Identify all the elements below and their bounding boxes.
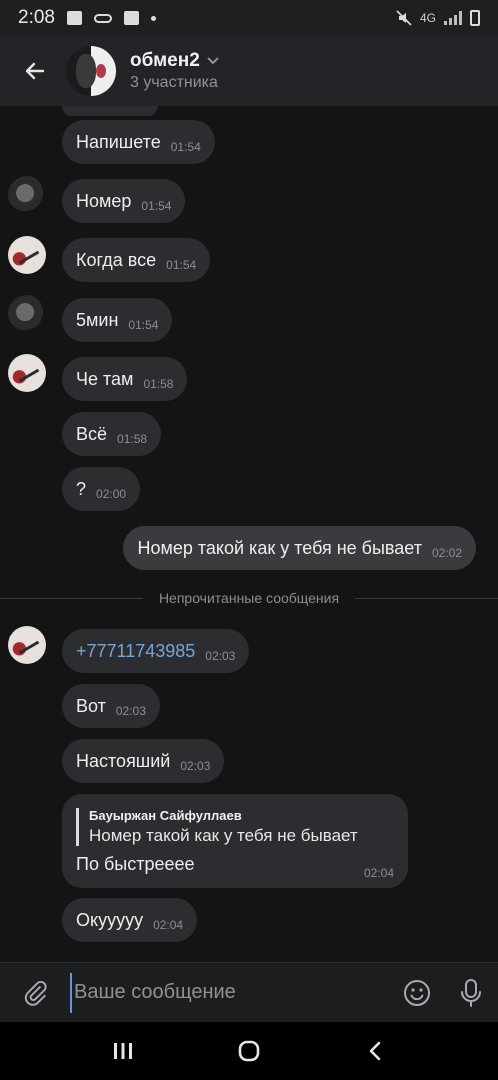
- mic-button[interactable]: [444, 963, 498, 1023]
- chevron-down-icon: [207, 57, 219, 65]
- message-time: 02:03: [180, 759, 211, 773]
- message-time: 01:58: [143, 377, 174, 391]
- message-time: 01:54: [170, 140, 201, 154]
- message-text: Номер: [76, 190, 132, 211]
- system-nav-bar: [0, 1022, 498, 1080]
- message-time: 02:02: [431, 546, 462, 560]
- nav-back-icon: [369, 1041, 381, 1061]
- message-text: ?: [76, 478, 87, 499]
- message-text: Всё: [76, 423, 108, 444]
- message-text: 5мин: [76, 309, 119, 330]
- mute-icon: [396, 10, 412, 26]
- message-bubble[interactable]: Всё 01:58: [62, 412, 162, 456]
- message-text: Окууууу: [76, 909, 144, 930]
- attach-button[interactable]: [0, 963, 70, 1023]
- nav-back-button[interactable]: [345, 1026, 405, 1076]
- divider-line: [0, 597, 143, 599]
- message-bubble[interactable]: +77711743985 02:03: [62, 629, 250, 673]
- message-bubble-outgoing[interactable]: Номер такой как у тебя не бывает 02:02: [123, 526, 476, 570]
- message-composer: [0, 962, 498, 1022]
- message-text: Когда все: [76, 249, 157, 270]
- chat-header: обмен2 3 участника: [0, 36, 498, 106]
- message-text: Напишете: [76, 131, 161, 152]
- message-bubble-partial[interactable]: [62, 106, 158, 116]
- message-text: Че там: [76, 368, 134, 389]
- message-bubble[interactable]: Вот 02:03: [62, 684, 160, 728]
- message-bubble[interactable]: Че там 01:58: [62, 357, 188, 401]
- message-bubble[interactable]: Напишете 01:54: [62, 120, 215, 164]
- quoted-message[interactable]: Бауыржан Сайфуллаев Номер такой как у те…: [76, 808, 394, 846]
- emoji-icon: [404, 979, 430, 1006]
- reply-message-bubble[interactable]: Бауыржан Сайфуллаев Номер такой как у те…: [62, 794, 408, 888]
- home-button[interactable]: [219, 1026, 279, 1076]
- network-type: 4G: [419, 11, 436, 25]
- message-time: 02:04: [153, 918, 184, 932]
- avatar[interactable]: [8, 626, 46, 664]
- signal-icon: [444, 11, 462, 25]
- key-icon: [93, 13, 112, 23]
- message-text: Настояший: [76, 750, 171, 771]
- message-input[interactable]: [70, 972, 390, 1013]
- avatar[interactable]: [8, 236, 46, 274]
- avatar[interactable]: [8, 354, 46, 392]
- message-bubble[interactable]: Настояший 02:03: [62, 739, 225, 783]
- quote-author: Бауыржан Сайфуллаев: [89, 808, 242, 823]
- quote-text: Номер такой как у тебя не бывает: [89, 826, 358, 845]
- avatar[interactable]: [8, 295, 46, 333]
- message-bubble[interactable]: 5мин 01:54: [62, 298, 173, 342]
- emoji-button[interactable]: [390, 963, 444, 1023]
- battery-icon: [470, 10, 480, 26]
- chat-title-text: обмен2: [130, 50, 200, 71]
- message-bubble[interactable]: Окууууу 02:04: [62, 898, 198, 942]
- message-time: 02:00: [96, 487, 127, 501]
- home-icon: [238, 1040, 260, 1062]
- chat-title[interactable]: обмен2: [130, 50, 220, 72]
- status-time: 2:08: [18, 7, 55, 28]
- message-bubble[interactable]: Номер 01:54: [62, 179, 186, 223]
- message-time: 02:04: [363, 866, 394, 880]
- back-button[interactable]: [0, 36, 70, 106]
- chat-subtitle: 3 участника: [130, 74, 218, 91]
- message-list[interactable]: Напишете 01:54 Номер 01:54 Когда все 01:…: [0, 106, 498, 962]
- status-bar: 2:08 4G: [0, 0, 498, 36]
- message-bubble[interactable]: ? 02:00: [62, 467, 141, 511]
- mic-icon: [461, 978, 481, 1007]
- message-bubble[interactable]: Когда все 01:54: [62, 238, 211, 282]
- phone-link[interactable]: +77711743985: [76, 641, 195, 662]
- message-time: 02:03: [205, 649, 236, 663]
- attach-icon: [24, 980, 47, 1006]
- back-arrow-icon: [25, 62, 45, 80]
- alert-icon: [123, 11, 139, 25]
- message-time: 01:54: [128, 318, 159, 332]
- message-text: Номер такой как у тебя не бывает: [137, 537, 422, 558]
- recents-button[interactable]: [93, 1026, 153, 1076]
- avatar[interactable]: [8, 176, 46, 214]
- divider-line: [355, 597, 498, 599]
- message-time: 01:58: [117, 432, 148, 446]
- dot-icon: [150, 15, 156, 21]
- unread-divider: Непрочитанные сообщения: [0, 588, 498, 608]
- recents-icon: [114, 1043, 132, 1059]
- gallery-icon: [66, 11, 82, 25]
- unread-label: Непрочитанные сообщения: [158, 590, 340, 606]
- message-time: 01:54: [166, 258, 197, 272]
- message-time: 02:03: [115, 704, 146, 718]
- chat-avatar[interactable]: [66, 46, 116, 96]
- message-text: Вот: [76, 695, 106, 716]
- chat-info[interactable]: обмен2 3 участника: [130, 50, 220, 92]
- message-time: 01:54: [141, 199, 172, 213]
- message-text: По быстрееее: [76, 854, 195, 874]
